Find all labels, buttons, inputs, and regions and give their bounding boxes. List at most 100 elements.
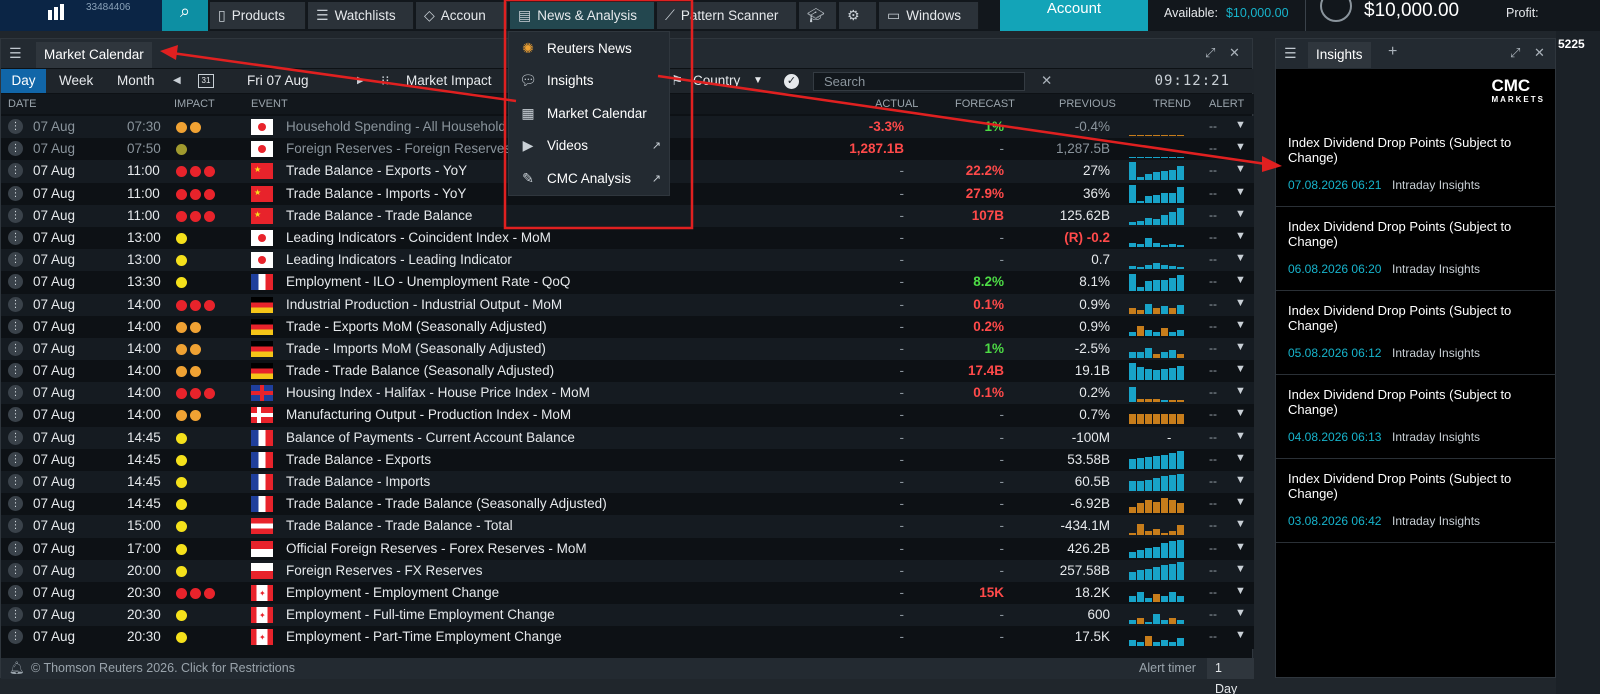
windows-button[interactable]: ▭ Windows: [879, 2, 979, 29]
hamburger-menu-icon[interactable]: ☰: [1284, 45, 1297, 62]
alert-dropdown-icon[interactable]: ▼: [1235, 629, 1246, 641]
search-icon[interactable]: ⌕: [162, 0, 208, 31]
calendar-icon[interactable]: 31: [198, 74, 214, 88]
row-menu-icon[interactable]: ⋮: [8, 274, 23, 290]
view-week-button[interactable]: Week: [59, 69, 93, 93]
row-event[interactable]: Trade - Trade Balance (Seasonally Adjust…: [286, 363, 554, 378]
watchlists-button[interactable]: ☰ Watchlists: [308, 2, 414, 29]
alert-dropdown-icon[interactable]: ▼: [1235, 186, 1246, 198]
row-menu-icon[interactable]: ⋮: [8, 163, 23, 179]
insight-card[interactable]: Index Dividend Drop Points (Subject to C…: [1276, 459, 1557, 543]
alert-dropdown-icon[interactable]: ▼: [1235, 341, 1246, 353]
alert-dropdown-icon[interactable]: ▼: [1235, 363, 1246, 375]
alert-dropdown-icon[interactable]: ▼: [1235, 407, 1246, 419]
row-menu-icon[interactable]: ⋮: [8, 296, 23, 312]
alert-dropdown-icon[interactable]: ▼: [1235, 274, 1246, 286]
menu-item-cmc-analysis[interactable]: ✎ CMC Analysis ↗: [509, 162, 671, 194]
row-menu-icon[interactable]: ⋮: [8, 207, 23, 223]
insight-title[interactable]: Index Dividend Drop Points (Subject to C…: [1288, 471, 1548, 501]
tab-insights[interactable]: Insights: [1308, 42, 1371, 68]
row-menu-icon[interactable]: ⋮: [8, 407, 23, 423]
row-menu-icon[interactable]: ⋮: [8, 363, 23, 379]
settings-button[interactable]: ⚙: [839, 2, 877, 29]
copyright-link[interactable]: © Thomson Reuters 2026. Click for Restri…: [31, 661, 295, 675]
column-date[interactable]: DATE: [8, 98, 37, 110]
row-menu-icon[interactable]: ⋮: [8, 340, 23, 356]
row-menu-icon[interactable]: ⋮: [8, 518, 23, 534]
education-button[interactable]: 🎓︎: [799, 2, 837, 29]
row-event[interactable]: Trade - Exports MoM (Seasonally Adjusted…: [286, 319, 547, 334]
search-input[interactable]: Search: [813, 72, 1025, 91]
row-event[interactable]: Trade Balance - Exports - YoY: [286, 163, 467, 178]
expand-icon[interactable]: ⤢: [1510, 45, 1520, 61]
alert-dropdown-icon[interactable]: ▼: [1235, 496, 1246, 508]
table-row[interactable]: ⋮ 07 Aug 14:00 Manufacturing Output - Produ…: [1, 404, 1254, 427]
table-row[interactable]: ⋮ 07 Aug 20:30 ✦ Employment - Full-time Empl…: [1, 604, 1254, 627]
table-row[interactable]: ⋮ 07 Aug 17:00 Official Foreign Reserves - …: [1, 537, 1254, 560]
account-summary-icon[interactable]: [1320, 0, 1352, 22]
alert-dropdown-icon[interactable]: ▼: [1235, 607, 1246, 619]
column-event[interactable]: EVENT: [251, 98, 288, 110]
alert-dropdown-icon[interactable]: ▼: [1235, 119, 1246, 131]
table-row[interactable]: ⋮ 07 Aug 20:30 ✦ Employment - Part-Time Empl…: [1, 626, 1254, 649]
alert-dropdown-icon[interactable]: ▼: [1235, 385, 1246, 397]
menu-item-videos[interactable]: ▶ Videos ↗: [509, 129, 671, 161]
row-menu-icon[interactable]: ⋮: [8, 474, 23, 489]
insight-title[interactable]: Index Dividend Drop Points (Subject to C…: [1288, 303, 1548, 333]
account-button[interactable]: Account: [1000, 0, 1148, 31]
insight-card[interactable]: Index Dividend Drop Points (Subject to C…: [1276, 375, 1557, 459]
row-menu-icon[interactable]: ⋮: [8, 540, 23, 556]
row-menu-icon[interactable]: ⋮: [8, 451, 23, 467]
alert-dropdown-icon[interactable]: ▼: [1235, 252, 1246, 264]
menu-item-insights[interactable]: 💬︎ Insights: [509, 64, 671, 96]
alert-timer-select[interactable]: 1 Day ▲: [1207, 658, 1254, 694]
row-event[interactable]: Foreign Reserves - FX Reserves: [286, 563, 483, 578]
row-event[interactable]: Housing Index - Halifax - House Price In…: [286, 385, 590, 400]
row-menu-icon[interactable]: ⋮: [8, 252, 23, 268]
row-menu-icon[interactable]: ⋮: [8, 562, 23, 578]
row-menu-icon[interactable]: ⋮: [8, 119, 23, 134]
table-row[interactable]: ⋮ 07 Aug 11:00 ★ Trade Balance - Trade Balan…: [1, 204, 1254, 227]
row-menu-icon[interactable]: ⋮: [8, 185, 23, 201]
column-previous[interactable]: PREVIOUS: [1059, 98, 1116, 110]
row-event[interactable]: Official Foreign Reserves - Forex Reserv…: [286, 541, 587, 556]
row-menu-icon[interactable]: ⋮: [8, 385, 23, 401]
row-menu-icon[interactable]: ⋮: [8, 496, 23, 512]
alert-dropdown-icon[interactable]: ▼: [1235, 208, 1246, 220]
insight-title[interactable]: Index Dividend Drop Points (Subject to C…: [1288, 387, 1548, 417]
table-row[interactable]: ⋮ 07 Aug 14:45 Trade Balance - Exports - -53.…: [1, 448, 1254, 471]
alert-dropdown-icon[interactable]: ▼: [1235, 518, 1246, 530]
prev-date-icon[interactable]: ◀: [173, 69, 181, 93]
column-forecast[interactable]: FORECAST: [955, 98, 1015, 110]
alert-dropdown-icon[interactable]: ▼: [1235, 585, 1246, 597]
table-row[interactable]: ⋮ 07 Aug 13:30 Employment - ILO - Unemploym…: [1, 271, 1254, 294]
table-row[interactable]: ⋮ 07 Aug 14:00 Housing Index - Halifax - Ho…: [1, 382, 1254, 405]
country-filter[interactable]: Country: [693, 69, 740, 93]
close-icon[interactable]: ✕: [1229, 45, 1240, 61]
alert-dropdown-icon[interactable]: ▼: [1235, 430, 1246, 442]
table-row[interactable]: ⋮ 07 Aug 14:00 Trade - Imports MoM (Seasona…: [1, 337, 1254, 361]
menu-item-reuters-news[interactable]: ✺ Reuters News: [509, 32, 671, 64]
row-event[interactable]: Trade Balance - Exports: [286, 452, 431, 467]
alert-dropdown-icon[interactable]: ▼: [1235, 563, 1246, 575]
row-event[interactable]: Trade Balance - Imports: [286, 474, 430, 489]
table-row[interactable]: ⋮ 07 Aug 15:00 Trade Balance - Trade Balanc…: [1, 515, 1254, 538]
clear-search-icon[interactable]: ✕: [1041, 69, 1052, 93]
alert-dropdown-icon[interactable]: ▼: [1235, 297, 1246, 309]
pattern-scanner-button[interactable]: ⟋ Pattern Scanner: [657, 2, 797, 29]
alert-dropdown-icon[interactable]: ▼: [1235, 474, 1246, 486]
row-event[interactable]: Trade Balance - Trade Balance - Total: [286, 518, 513, 533]
alert-dropdown-icon[interactable]: ▼: [1235, 163, 1246, 175]
check-circle-icon[interactable]: ✓: [784, 74, 799, 89]
column-impact[interactable]: IMPACT: [174, 98, 215, 110]
alert-dropdown-icon[interactable]: ▼: [1235, 141, 1246, 153]
bell-icon[interactable]: 🔔︎: [9, 661, 25, 676]
accounts-button[interactable]: ◇ Accoun: [416, 2, 508, 29]
table-row[interactable]: ⋮ 07 Aug 14:45 Balance of Payments - Curren…: [1, 426, 1254, 449]
alert-dropdown-icon[interactable]: ▼: [1235, 452, 1246, 464]
menu-item-market-calendar[interactable]: ▦ Market Calendar: [509, 97, 671, 129]
market-impact-filter[interactable]: Market Impact: [406, 69, 492, 93]
row-event[interactable]: Leading Indicators - Coincident Index - …: [286, 230, 551, 245]
row-event[interactable]: Trade - Imports MoM (Seasonally Adjusted…: [286, 341, 546, 356]
insight-title[interactable]: Index Dividend Drop Points (Subject to C…: [1288, 219, 1548, 249]
